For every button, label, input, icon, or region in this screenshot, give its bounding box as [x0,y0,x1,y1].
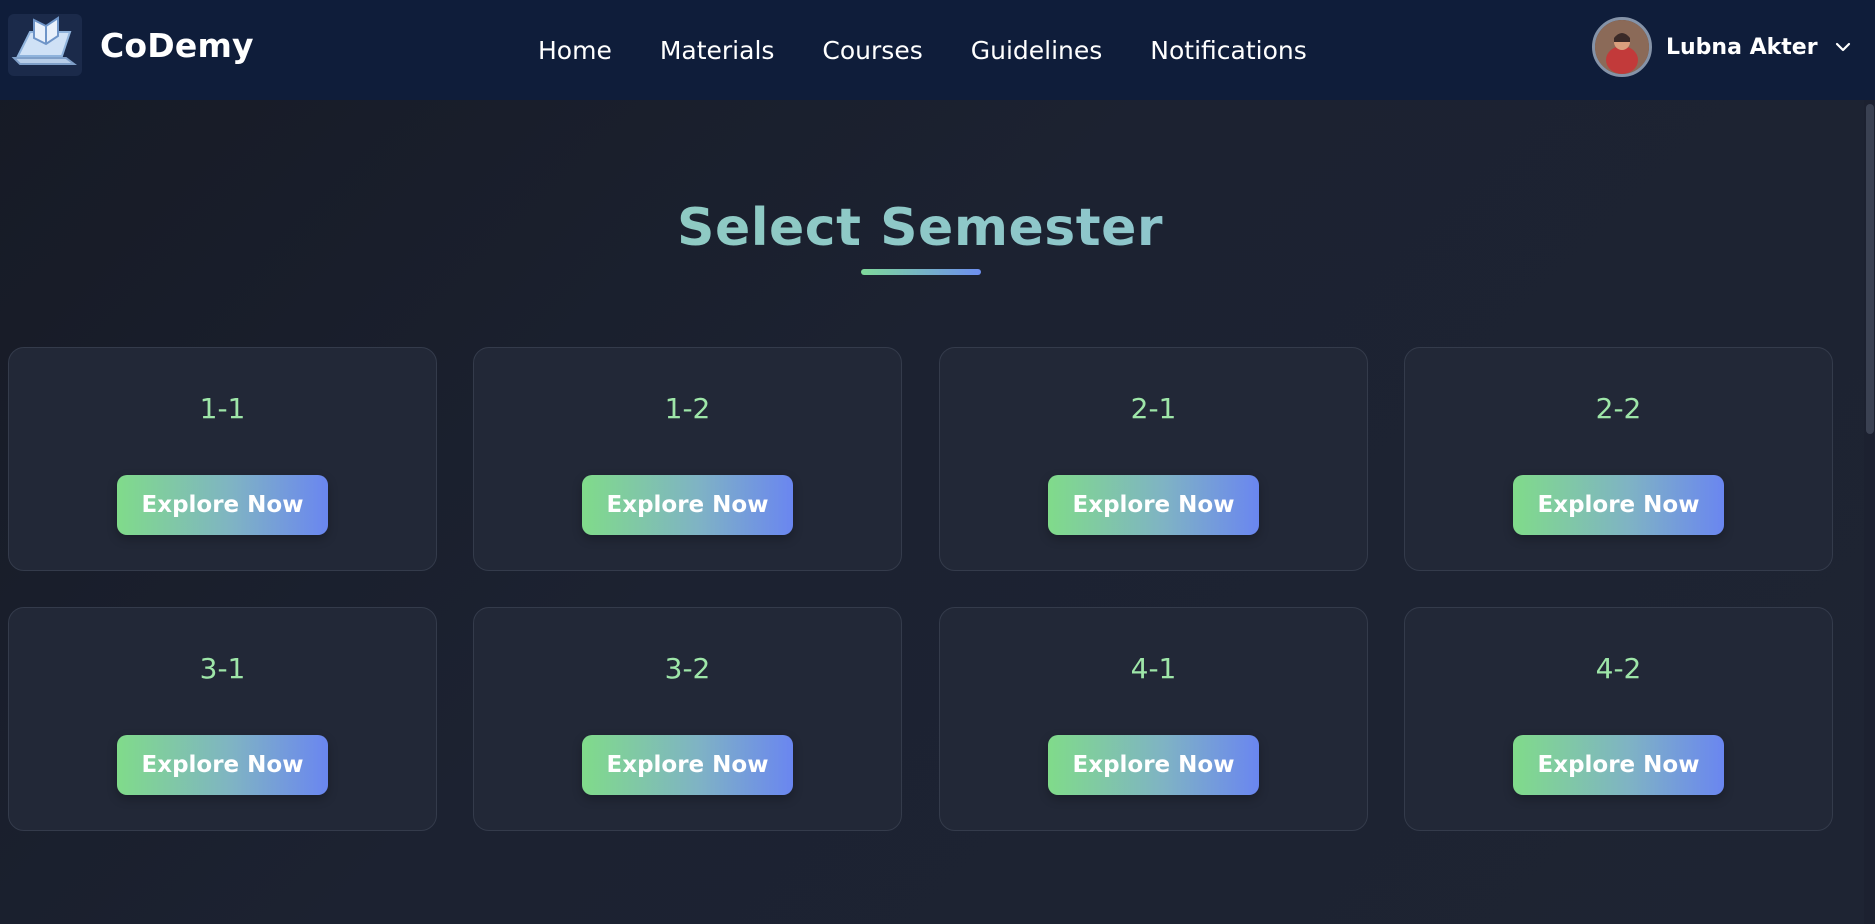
semester-title: 3-2 [664,652,711,685]
semester-card: 4-1 Explore Now [939,607,1368,831]
semester-card: 3-1 Explore Now [8,607,437,831]
explore-now-button[interactable]: Explore Now [117,475,328,535]
semester-card: 2-1 Explore Now [939,347,1368,571]
nav-materials[interactable]: Materials [660,36,775,65]
semester-title: 2-1 [1130,392,1177,425]
semester-card: 3-2 Explore Now [473,607,902,831]
explore-now-button[interactable]: Explore Now [1048,735,1259,795]
explore-now-button[interactable]: Explore Now [582,475,793,535]
semester-title: 2-2 [1595,392,1642,425]
semester-card: 1-2 Explore Now [473,347,902,571]
page: CoDemy Home Materials Courses Guidelines… [0,0,1875,924]
semester-card: 1-1 Explore Now [8,347,437,571]
explore-now-button[interactable]: Explore Now [582,735,793,795]
semester-title: 1-1 [199,392,246,425]
explore-now-button[interactable]: Explore Now [1513,475,1724,535]
explore-now-button[interactable]: Explore Now [117,735,328,795]
semester-card: 4-2 Explore Now [1404,607,1833,831]
nav-courses[interactable]: Courses [822,36,922,65]
semester-title: 4-1 [1130,652,1177,685]
scrollbar-thumb[interactable] [1866,104,1874,434]
nav-notifications[interactable]: Notifications [1150,36,1306,65]
chevron-down-icon[interactable] [1832,36,1854,58]
page-title: Select Semester [0,198,1840,258]
title-underline [861,269,981,275]
explore-now-button[interactable]: Explore Now [1048,475,1259,535]
explore-now-button[interactable]: Explore Now [1513,735,1724,795]
main-nav: Home Materials Courses Guidelines Notifi… [538,0,1355,100]
avatar [1592,17,1652,77]
semester-title: 1-2 [664,392,711,425]
nav-guidelines[interactable]: Guidelines [971,36,1103,65]
semester-title: 3-1 [199,652,246,685]
brand-name: CoDemy [100,25,254,65]
brand[interactable]: CoDemy [8,14,254,76]
user-name: Lubna Akter [1666,34,1818,60]
nav-home[interactable]: Home [538,36,612,65]
top-navbar: CoDemy Home Materials Courses Guidelines… [0,0,1875,100]
semester-card: 2-2 Explore Now [1404,347,1833,571]
user-menu[interactable]: Lubna Akter [1592,16,1854,78]
laptop-book-icon [8,14,82,76]
semester-title: 4-2 [1595,652,1642,685]
